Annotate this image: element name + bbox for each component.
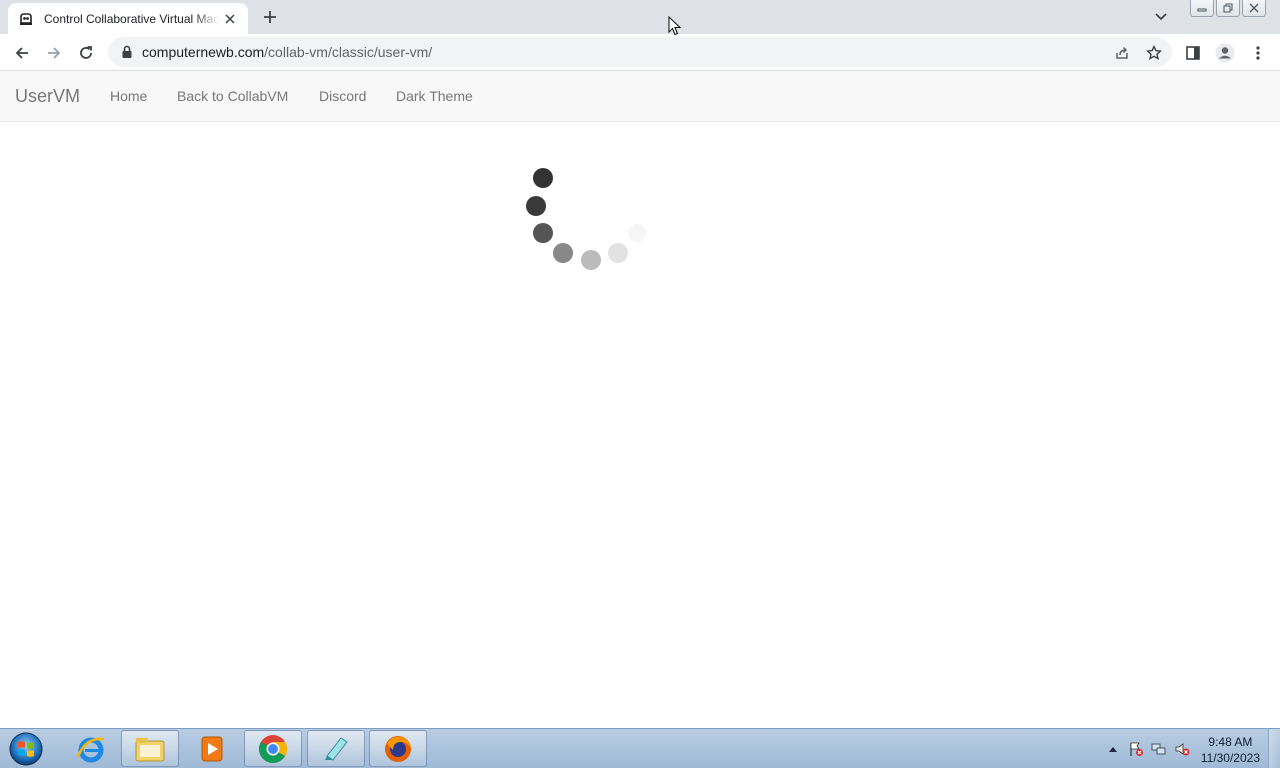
restore-window-icon[interactable] — [1216, 0, 1240, 17]
url-host: computernewb.com — [142, 44, 265, 60]
collabvm-favicon-icon — [18, 11, 34, 27]
internet-explorer-icon[interactable] — [62, 730, 120, 767]
system-clock[interactable]: 9:48 AM 11/30/2023 — [1201, 734, 1260, 766]
spinner-dot — [628, 224, 646, 242]
url-path: /collab-vm/classic/user-vm/ — [264, 44, 433, 60]
window-controls — [1190, 0, 1266, 17]
spinner-dot — [526, 196, 546, 216]
start-button-windows-logo-icon[interactable] — [6, 731, 46, 767]
spinner-dot — [533, 223, 553, 243]
address-bar[interactable]: computernewb.com/collab-vm/classic/user-… — [108, 37, 1172, 67]
minimize-window-icon[interactable] — [1190, 0, 1214, 17]
windows-taskbar: 9:48 AM 11/30/2023 — [0, 728, 1280, 768]
browser-toolbar: computernewb.com/collab-vm/classic/user-… — [0, 34, 1280, 71]
notepad-icon[interactable] — [307, 730, 365, 767]
forward-arrow-icon[interactable] — [41, 40, 67, 66]
action-center-flag-icon[interactable] — [1128, 741, 1144, 757]
chrome-icon[interactable] — [244, 730, 302, 767]
reload-icon[interactable] — [73, 40, 99, 66]
tab-search-chevron-down-icon[interactable] — [1150, 6, 1172, 28]
browser-tab-strip: Control Collaborative Virtual Machines — [0, 0, 1280, 34]
side-panel-icon[interactable] — [1180, 40, 1206, 66]
nav-link-dark-theme[interactable]: Dark Theme — [396, 88, 473, 104]
system-tray: 9:48 AM 11/30/2023 — [1080, 729, 1280, 768]
new-tab-plus-icon[interactable] — [258, 5, 282, 29]
profile-avatar-icon[interactable] — [1212, 40, 1238, 66]
browser-tab-active[interactable]: Control Collaborative Virtual Machines — [8, 3, 248, 34]
url-text: computernewb.com/collab-vm/classic/user-… — [142, 44, 432, 60]
spinner-dot — [608, 243, 628, 263]
lock-icon[interactable] — [120, 45, 134, 59]
screen: Control Collaborative Virtual Machines — [0, 0, 1280, 768]
nav-link-discord[interactable]: Discord — [319, 88, 366, 104]
bookmark-star-icon[interactable] — [1141, 40, 1167, 66]
nav-link-back-to-collabvm[interactable]: Back to CollabVM — [177, 88, 288, 104]
clock-date: 11/30/2023 — [1200, 751, 1260, 765]
back-arrow-icon[interactable] — [9, 40, 35, 66]
mouse-cursor-icon — [668, 16, 682, 36]
spinner-dot — [581, 250, 601, 270]
file-explorer-icon[interactable] — [121, 730, 179, 767]
site-navbar: UserVM Home Back to CollabVM Discord Dar… — [0, 71, 1280, 122]
close-tab-icon[interactable] — [222, 11, 238, 27]
firefox-icon[interactable] — [369, 730, 427, 767]
spinner-dot — [533, 168, 553, 188]
spinner-dot — [553, 243, 573, 263]
share-icon[interactable] — [1109, 40, 1135, 66]
show-hidden-icons-chevron-up-icon[interactable] — [1105, 741, 1121, 757]
navbar-brand[interactable]: UserVM — [15, 86, 80, 107]
media-player-icon[interactable] — [183, 730, 241, 767]
network-icon[interactable] — [1151, 741, 1167, 757]
show-desktop-button[interactable] — [1268, 729, 1280, 768]
volume-muted-icon[interactable] — [1174, 741, 1190, 757]
clock-time: 9:48 AM — [1208, 735, 1253, 749]
nav-link-home[interactable]: Home — [110, 88, 147, 104]
close-window-icon[interactable] — [1242, 0, 1266, 17]
kebab-menu-icon[interactable] — [1245, 40, 1271, 66]
tab-title: Control Collaborative Virtual Machines — [44, 11, 220, 26]
